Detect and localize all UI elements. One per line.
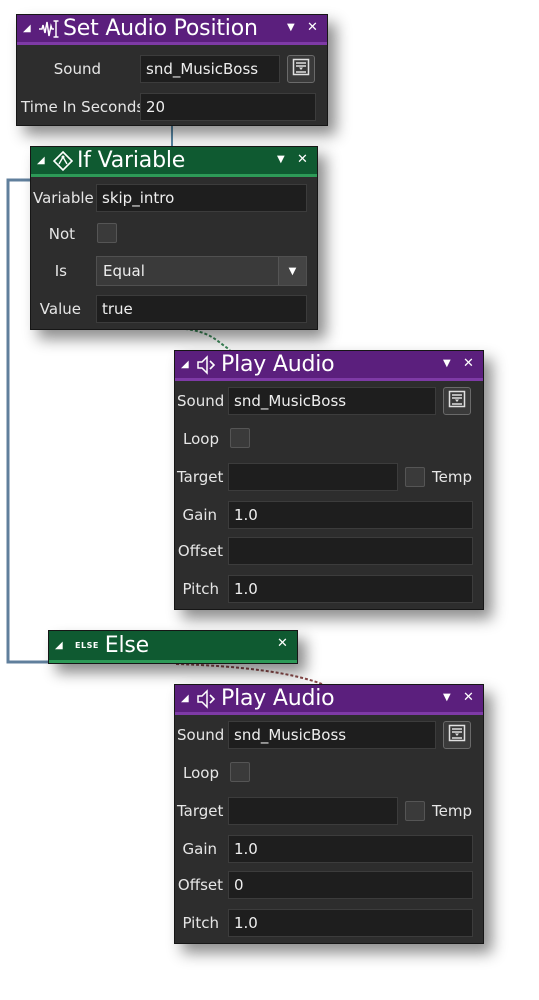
link-else-to-play xyxy=(175,663,323,685)
set-audio-position-node[interactable]: ◢ Set Audio Position ▼ ✕ Sound snd_Music… xyxy=(16,14,328,126)
speaker-icon xyxy=(196,354,218,376)
field-label: Target xyxy=(177,802,224,820)
link-if-true-to-play xyxy=(174,327,231,351)
close-icon[interactable]: ✕ xyxy=(463,356,474,371)
temp-label: Temp xyxy=(432,802,472,820)
field-label: Gain xyxy=(182,840,218,858)
collapse-triangle-icon[interactable]: ◢ xyxy=(181,693,193,704)
if-variable-node[interactable]: ◢ If Variable ▼ ✕ Variable skip_intro No… xyxy=(30,146,318,330)
node-header[interactable]: ◢ Set Audio Position ▼ ✕ xyxy=(17,15,327,45)
dropdown-value: Equal xyxy=(103,262,145,280)
menu-triangle-icon[interactable]: ▼ xyxy=(277,154,285,165)
node-header[interactable]: ◢ If Variable ▼ ✕ xyxy=(31,147,317,177)
field-label: Sound xyxy=(177,726,225,744)
loop-checkbox[interactable] xyxy=(230,762,250,782)
sound-field[interactable]: snd_MusicBoss xyxy=(228,721,436,749)
temp-label: Temp xyxy=(432,468,472,486)
menu-triangle-icon[interactable]: ▼ xyxy=(287,22,295,33)
collapse-triangle-icon[interactable]: ◢ xyxy=(55,640,67,651)
value-field[interactable]: true xyxy=(96,295,307,323)
node-title: If Variable xyxy=(77,148,186,173)
else-node[interactable]: ◢ ELSE Else ✕ xyxy=(48,630,298,664)
collapse-triangle-icon[interactable]: ◢ xyxy=(23,23,35,34)
field-label: Variable xyxy=(33,189,94,207)
node-header[interactable]: ◢ Play Audio ▼ ✕ xyxy=(175,685,483,715)
field-label: Offset xyxy=(177,876,223,894)
pitch-field[interactable]: 1.0 xyxy=(228,909,473,937)
close-icon[interactable]: ✕ xyxy=(307,20,318,35)
field-label: Is xyxy=(54,262,67,280)
offset-field[interactable] xyxy=(228,537,473,565)
asset-browser-button[interactable] xyxy=(443,721,471,749)
play-audio-node-1[interactable]: ◢ Play Audio ▼ ✕ Sound snd_MusicBoss Loo… xyxy=(174,350,484,610)
not-checkbox[interactable] xyxy=(97,223,117,243)
close-icon[interactable]: ✕ xyxy=(277,636,288,651)
play-audio-node-2[interactable]: ◢ Play Audio ▼ ✕ Sound snd_MusicBoss Loo… xyxy=(174,684,484,944)
node-title: Play Audio xyxy=(221,352,335,377)
field-label: Sound xyxy=(177,392,225,410)
asset-browser-icon xyxy=(448,724,466,746)
chevron-down-icon[interactable]: ▼ xyxy=(278,257,306,285)
sound-field[interactable]: snd_MusicBoss xyxy=(140,55,280,83)
temp-checkbox[interactable] xyxy=(405,801,425,821)
asset-browser-icon xyxy=(448,390,466,412)
gain-field[interactable]: 1.0 xyxy=(228,501,473,529)
variable-condition-icon xyxy=(52,150,74,172)
pitch-field[interactable]: 1.0 xyxy=(228,575,473,603)
collapse-triangle-icon[interactable]: ◢ xyxy=(181,359,193,370)
menu-triangle-icon[interactable]: ▼ xyxy=(443,358,451,369)
offset-field[interactable]: 0 xyxy=(228,871,473,899)
field-label: Loop xyxy=(183,764,219,782)
close-icon[interactable]: ✕ xyxy=(297,152,308,167)
field-label: Offset xyxy=(177,542,223,560)
is-dropdown[interactable]: Equal ▼ xyxy=(96,256,307,286)
sound-field[interactable]: snd_MusicBoss xyxy=(228,387,436,415)
menu-triangle-icon[interactable]: ▼ xyxy=(443,692,451,703)
node-header[interactable]: ◢ ELSE Else ✕ xyxy=(49,631,297,663)
asset-browser-button[interactable] xyxy=(443,387,471,415)
gain-field[interactable]: 1.0 xyxy=(228,835,473,863)
action-graph-canvas: ◢ Set Audio Position ▼ ✕ Sound snd_Music… xyxy=(0,0,539,1000)
node-title: Play Audio xyxy=(221,686,335,711)
field-label: Not xyxy=(48,225,75,243)
asset-browser-button[interactable] xyxy=(287,55,315,83)
temp-checkbox[interactable] xyxy=(405,467,425,487)
speaker-icon xyxy=(196,688,218,710)
target-field[interactable] xyxy=(228,463,398,491)
field-label: Gain xyxy=(182,506,218,524)
node-header[interactable]: ◢ Play Audio ▼ ✕ xyxy=(175,351,483,381)
node-title: Else xyxy=(104,633,150,658)
field-label: Pitch xyxy=(182,914,219,932)
field-label: Value xyxy=(39,300,81,318)
time-field[interactable]: 20 xyxy=(140,93,316,121)
close-icon[interactable]: ✕ xyxy=(463,690,474,705)
field-label: Pitch xyxy=(182,580,219,598)
field-label: Target xyxy=(177,468,224,486)
variable-field[interactable]: skip_intro xyxy=(96,184,307,212)
field-label: Loop xyxy=(183,430,219,448)
audio-waveform-icon xyxy=(38,18,60,40)
target-field[interactable] xyxy=(228,797,398,825)
node-title: Set Audio Position xyxy=(63,16,258,41)
collapse-triangle-icon[interactable]: ◢ xyxy=(37,155,49,166)
asset-browser-icon xyxy=(292,58,310,80)
field-label: Time In Seconds xyxy=(21,98,145,116)
loop-checkbox[interactable] xyxy=(230,428,250,448)
else-badge: ELSE xyxy=(75,641,99,650)
field-label: Sound xyxy=(53,60,101,78)
